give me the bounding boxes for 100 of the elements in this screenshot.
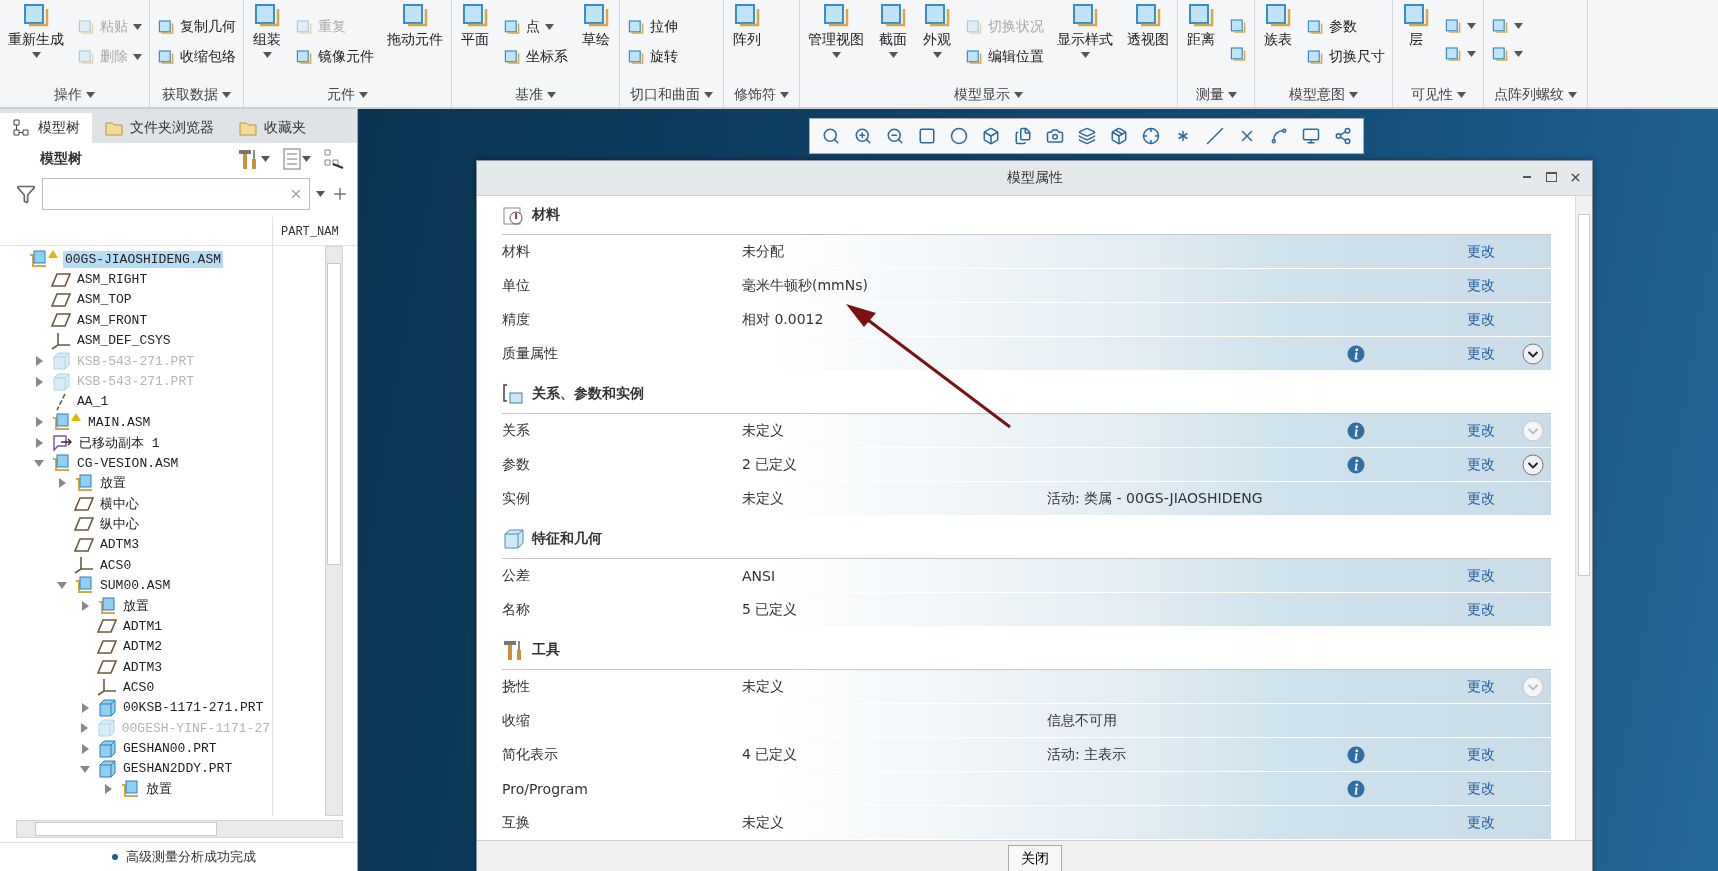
tree-item-label[interactable]: SUM00.ASM [98,576,173,594]
change-link[interactable]: 更改 [1467,779,1495,796]
tree-item-label[interactable]: 00GS-JIAOSHIDENG.ASM [63,250,224,268]
column-header[interactable]: PART_NAM [273,217,339,245]
horizontal-scrollbar[interactable] [16,820,343,838]
panel-tab[interactable]: 文件夹浏览器 [92,113,226,143]
tree-item-label[interactable]: CG-VESION.ASM [75,454,181,472]
ribbon-button[interactable]: 显示样式 [1053,2,1117,58]
expand-toggle[interactable] [34,356,44,367]
change-link[interactable]: 更改 [1467,455,1495,472]
tree-item-label[interactable]: 放置 [121,595,151,616]
expand-toggle[interactable] [80,763,90,774]
tree-item-label[interactable]: GESHAN2DDY.PRT [121,760,235,778]
group-menu-button[interactable]: 获取数据 [156,83,237,107]
ribbon-button[interactable]: 拖动元件 [383,2,447,49]
tree-item-label[interactable]: ACS0 [98,556,134,574]
tree-item-label[interactable]: MAIN.ASM [86,413,153,431]
group-menu-button[interactable]: 可见性 [1404,83,1472,107]
expand-toggle[interactable] [34,417,44,428]
tree-item-label[interactable]: ADTM3 [121,658,164,676]
tree-item-label[interactable]: 已移动副本 1 [77,432,162,453]
group-menu-button[interactable]: 点阵列螺纹 [1488,83,1583,107]
tree-item-label[interactable]: GESHAN00.PRT [121,740,219,758]
ribbon-button[interactable]: 坐标系 [500,46,571,68]
change-link[interactable]: 更改 [1467,310,1495,327]
panel-tab[interactable]: 收藏夹 [226,113,318,143]
ribbon-button[interactable]: 旋转 [624,46,681,68]
ribbon-button[interactable]: 编辑位置 [962,46,1047,68]
ribbon-button[interactable]: 组装 [248,2,286,58]
add-icon[interactable] [331,185,349,203]
ribbon-button[interactable]: 阵列 [728,2,766,49]
tree-item-label[interactable]: ASM_DEF_CSYS [75,332,173,350]
ribbon-button[interactable]: 参数 [1303,16,1388,38]
info-icon[interactable] [1347,421,1365,440]
info-icon[interactable] [1347,344,1365,363]
tree-item-label[interactable]: ASM_FRONT [75,311,150,329]
ribbon-button[interactable]: 层 [1397,2,1435,49]
expand-toggle[interactable] [34,376,44,387]
change-link[interactable]: 更改 [1467,677,1495,694]
info-icon[interactable] [1347,455,1365,474]
group-menu-button[interactable]: 基准 [509,83,562,107]
group-menu-button[interactable]: 元件 [321,83,374,107]
scrollbar[interactable] [325,246,343,816]
tree-item-label[interactable]: ASM_TOP [75,291,134,309]
tree-item-label[interactable]: ADTM3 [98,536,141,554]
ribbon-button[interactable]: 透视图 [1123,2,1173,49]
change-link[interactable]: 更改 [1467,813,1495,830]
expand-toggle[interactable] [80,743,90,754]
ribbon-button[interactable]: 复制几何 [154,16,239,38]
ribbon-button[interactable]: 族表 [1259,2,1297,49]
ribbon-button[interactable]: 拉伸 [624,16,681,38]
change-link[interactable]: 更改 [1467,489,1495,506]
group-menu-button[interactable]: 模型显示 [948,83,1029,107]
tree-item-label[interactable]: 放置 [144,779,174,800]
tree-item-label[interactable]: AA_1 [75,393,111,411]
clear-icon[interactable] [289,187,303,201]
search-field[interactable] [42,178,310,210]
expand-toggle[interactable] [57,580,67,591]
ribbon-button[interactable]: 外观 [918,2,956,58]
list-view-button[interactable] [280,146,313,172]
change-link[interactable]: 更改 [1467,600,1495,617]
ribbon-button[interactable]: 点 [500,16,571,38]
expand-toggle[interactable] [34,437,44,448]
info-icon[interactable] [1347,745,1365,764]
change-link[interactable]: 更改 [1467,276,1495,293]
tree-item-label[interactable]: ADTM1 [121,617,164,635]
ribbon-button[interactable]: 草绘 [577,2,615,49]
ribbon-button[interactable]: 切换尺寸 [1303,46,1388,68]
ribbon-button[interactable]: 距离 [1182,2,1220,49]
ribbon-button[interactable]: 重新生成 [4,2,68,58]
tree-item-label[interactable]: ASM_RIGHT [75,271,150,289]
expand-toggle[interactable] [80,702,90,713]
info-icon[interactable] [1347,779,1365,798]
ribbon-button[interactable]: 镜像元件 [292,46,377,68]
change-link[interactable]: 更改 [1467,344,1495,361]
change-link[interactable]: 更改 [1467,242,1495,259]
expand-toggle[interactable] [79,723,90,734]
ribbon-button[interactable]: 收缩包络 [154,46,239,68]
panel-tab[interactable]: 模型树 [0,113,92,143]
expand-toggle[interactable] [80,600,90,611]
tree-item-label[interactable]: ADTM2 [121,638,164,656]
ribbon-button[interactable]: 平面 [456,2,494,49]
tree-item-label[interactable]: 00KSB-1171-271.PRT [121,699,266,717]
group-menu-button[interactable]: 模型意图 [1283,83,1364,107]
group-menu-button[interactable]: 测量 [1189,83,1243,107]
expand-toggle[interactable] [57,478,67,489]
group-menu-button[interactable]: 操作 [48,83,101,107]
filter-icon[interactable] [16,184,36,204]
change-link[interactable]: 更改 [1467,421,1495,438]
ribbon-button[interactable]: 管理视图 [804,2,868,58]
change-link[interactable]: 更改 [1467,566,1495,583]
tree-item-label[interactable]: 放置 [98,473,128,494]
tree-item-label[interactable]: 纵中心 [98,514,141,535]
group-menu-button[interactable]: 修饰符 [728,83,795,107]
expand-chevron-button[interactable] [1522,453,1544,476]
expand-toggle[interactable] [103,784,113,795]
tree-item-label[interactable]: ACS0 [121,678,157,696]
close-dialog-button[interactable]: 关闭 [1007,845,1062,871]
expand-toggle[interactable] [34,458,44,469]
scrollbar[interactable] [1575,196,1592,840]
